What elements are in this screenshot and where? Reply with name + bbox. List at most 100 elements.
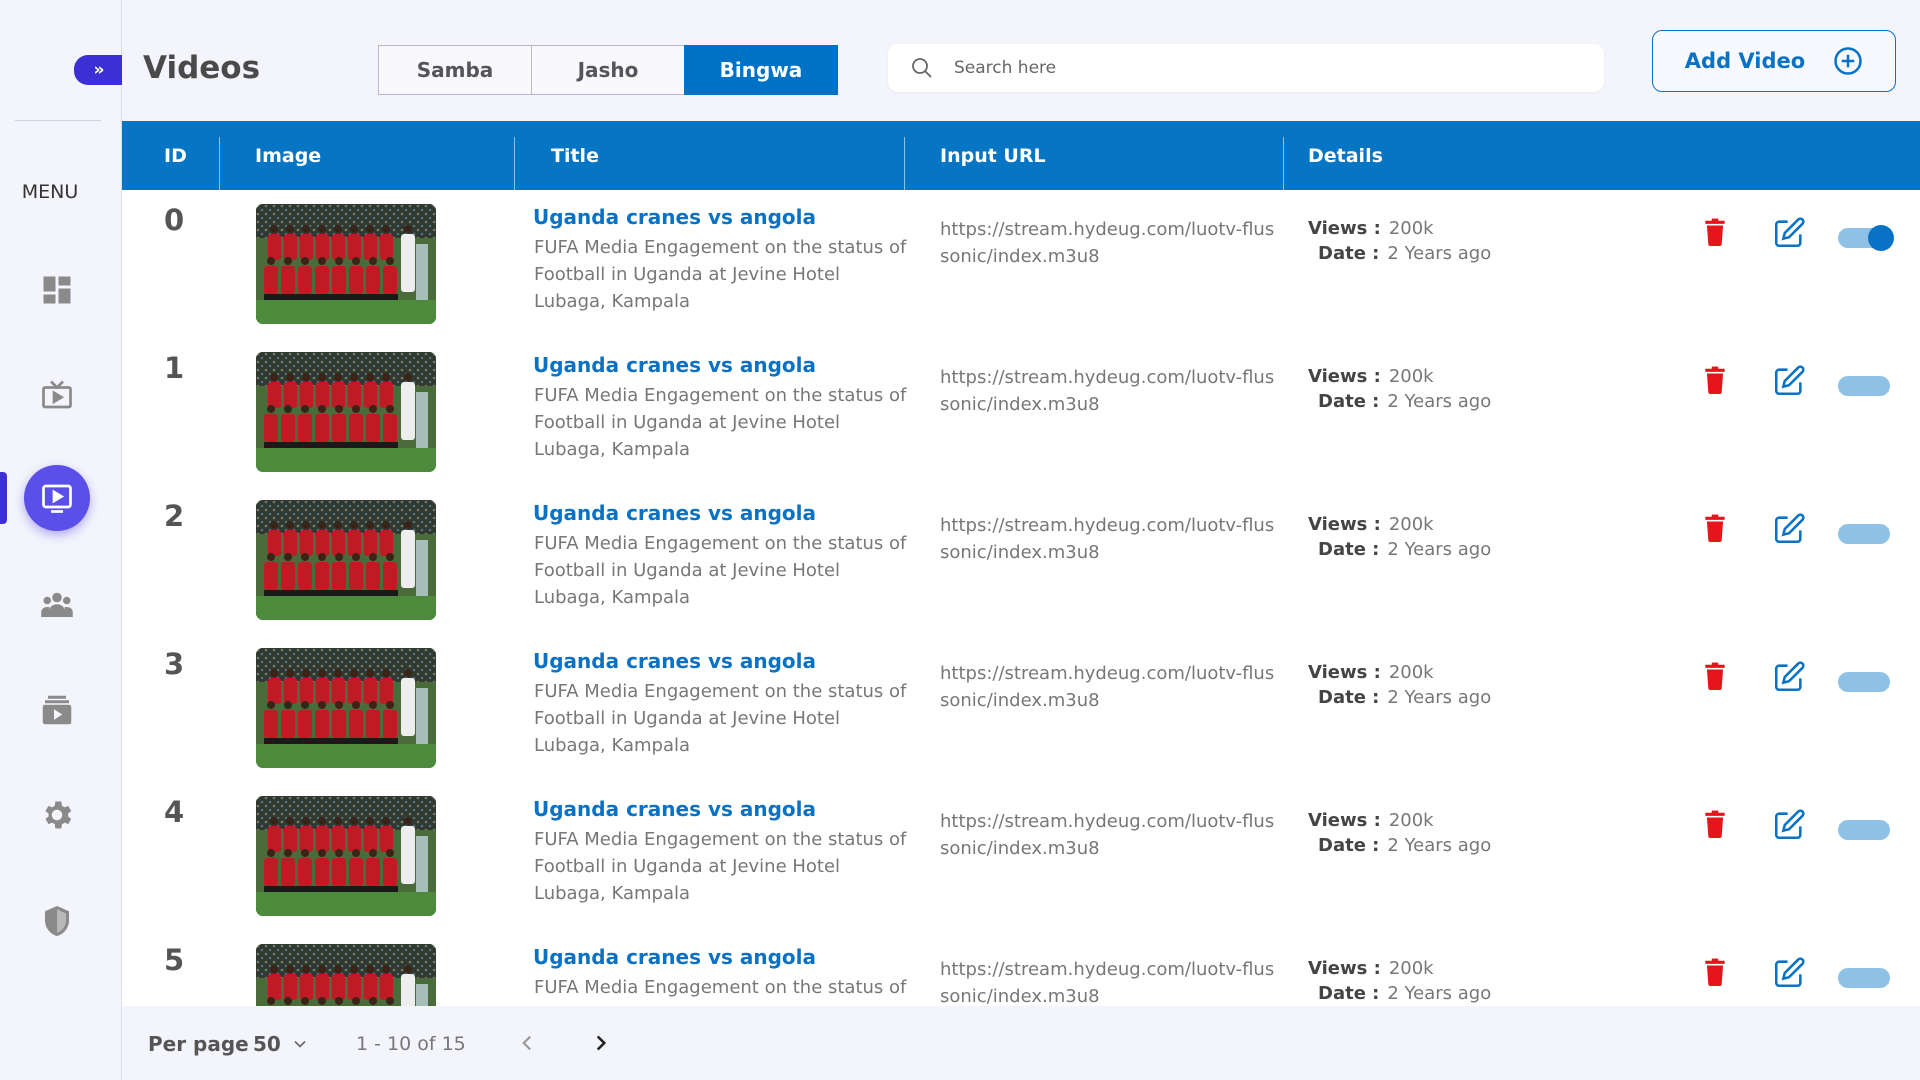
table-row: 3 Uganda cranes vs angola FUFA Media Eng… (122, 634, 1920, 782)
video-thumbnail[interactable] (256, 796, 436, 916)
sidebar-item-security[interactable] (24, 888, 90, 954)
column-header-details: Details (1308, 144, 1383, 167)
video-title-link[interactable]: Uganda cranes vs angola (533, 205, 816, 229)
active-indicator (0, 472, 7, 524)
chevron-left-icon[interactable] (514, 1030, 540, 1056)
views-detail: Views :200k (1308, 662, 1434, 683)
column-separator (514, 137, 515, 190)
table-row: 5 Uganda cranes vs angola FUFA Media Eng… (122, 930, 1920, 1006)
enable-toggle[interactable] (1838, 968, 1890, 988)
row-id: 5 (164, 943, 185, 977)
sidebar-item-settings[interactable] (24, 782, 90, 848)
video-thumbnail[interactable] (256, 204, 436, 324)
date-detail: Date :2 Years ago (1318, 539, 1492, 560)
tab-samba[interactable]: Samba (378, 45, 532, 95)
video-title-link[interactable]: Uganda cranes vs angola (533, 797, 816, 821)
tab-bar: Samba Jasho Bingwa (378, 45, 838, 95)
sidebar-item-users[interactable] (24, 572, 90, 638)
table-row: 1 Uganda cranes vs angola FUFA Media Eng… (122, 338, 1920, 486)
video-play-icon (42, 484, 72, 513)
per-page-select[interactable]: 50 (253, 1032, 281, 1056)
enable-toggle[interactable] (1838, 376, 1890, 396)
video-description: FUFA Media Engagement on the status of F… (534, 977, 907, 1006)
video-input-url: https://stream.hydeug.com/luotv-flussoni… (940, 959, 1275, 1006)
video-library-icon (42, 695, 72, 725)
date-detail: Date :2 Years ago (1318, 391, 1492, 412)
sidebar-item-library[interactable] (24, 677, 90, 743)
edit-icon[interactable] (1772, 660, 1806, 694)
video-thumbnail[interactable] (256, 944, 436, 1006)
date-detail: Date :2 Years ago (1318, 983, 1492, 1004)
sidebar-item-dashboard[interactable] (24, 257, 90, 323)
tab-jasho[interactable]: Jasho (531, 45, 685, 95)
column-separator (219, 137, 220, 190)
table-row: 2 Uganda cranes vs angola FUFA Media Eng… (122, 486, 1920, 634)
video-title-link[interactable]: Uganda cranes vs angola (533, 353, 816, 377)
tab-bingwa[interactable]: Bingwa (684, 45, 838, 95)
video-description: FUFA Media Engagement on the status of F… (534, 237, 907, 312)
views-detail: Views :200k (1308, 218, 1434, 239)
sidebar-item-videos[interactable] (24, 465, 90, 531)
chevron-right-icon[interactable] (588, 1030, 614, 1056)
delete-icon[interactable] (1702, 514, 1728, 542)
video-description: FUFA Media Engagement on the status of F… (534, 533, 907, 608)
team-photo-image (256, 204, 436, 324)
table-row: 0 Uganda cranes vs angola FUFA Media Eng… (122, 190, 1920, 338)
users-icon (41, 592, 73, 617)
delete-icon[interactable] (1702, 218, 1728, 246)
row-id: 1 (164, 351, 185, 385)
video-title-link[interactable]: Uganda cranes vs angola (533, 649, 816, 673)
team-photo-image (256, 796, 436, 916)
views-detail: Views :200k (1308, 810, 1434, 831)
enable-toggle[interactable] (1838, 820, 1890, 840)
enable-toggle[interactable] (1838, 672, 1890, 692)
views-detail: Views :200k (1308, 366, 1434, 387)
search-icon (912, 58, 932, 78)
column-header-input-url: Input URL (940, 144, 1046, 167)
row-id: 4 (164, 795, 185, 829)
table-row: 4 Uganda cranes vs angola FUFA Media Eng… (122, 782, 1920, 930)
team-photo-image (256, 500, 436, 620)
video-thumbnail[interactable] (256, 352, 436, 472)
video-title-link[interactable]: Uganda cranes vs angola (533, 501, 816, 525)
date-detail: Date :2 Years ago (1318, 687, 1492, 708)
video-thumbnail[interactable] (256, 648, 436, 768)
chevron-down-icon[interactable] (290, 1034, 310, 1054)
video-description: FUFA Media Engagement on the status of F… (534, 681, 907, 756)
date-detail: Date :2 Years ago (1318, 243, 1492, 264)
delete-icon[interactable] (1702, 810, 1728, 838)
menu-label: MENU (21, 181, 79, 203)
double-chevron-right-icon: » (93, 60, 105, 80)
edit-icon[interactable] (1772, 512, 1806, 546)
video-input-url: https://stream.hydeug.com/luotv-flussoni… (940, 367, 1275, 415)
delete-icon[interactable] (1702, 366, 1728, 394)
pagination-footer: Per page 50 1 - 10 of 15 (122, 1006, 1920, 1080)
plus-circle-icon (1834, 47, 1862, 75)
delete-icon[interactable] (1702, 958, 1728, 986)
edit-icon[interactable] (1772, 364, 1806, 398)
table-header: ID Image Title Input URL Details (122, 121, 1920, 190)
date-detail: Date :2 Years ago (1318, 835, 1492, 856)
video-thumbnail[interactable] (256, 500, 436, 620)
video-description: FUFA Media Engagement on the status of F… (534, 385, 907, 460)
delete-icon[interactable] (1702, 662, 1728, 690)
sidebar-toggle-button[interactable]: » (74, 55, 122, 85)
video-input-url: https://stream.hydeug.com/luotv-flussoni… (940, 515, 1275, 563)
enable-toggle[interactable] (1838, 524, 1890, 544)
search-input[interactable] (954, 58, 1554, 78)
edit-icon[interactable] (1772, 956, 1806, 990)
row-id: 0 (164, 203, 185, 237)
enable-toggle[interactable] (1838, 225, 1894, 251)
video-title-link[interactable]: Uganda cranes vs angola (533, 945, 816, 969)
video-description: FUFA Media Engagement on the status of F… (534, 829, 907, 904)
team-photo-image (256, 944, 436, 1006)
edit-icon[interactable] (1772, 808, 1806, 842)
edit-icon[interactable] (1772, 216, 1806, 250)
add-video-button[interactable]: Add Video (1652, 30, 1896, 92)
shield-icon (45, 906, 69, 936)
views-detail: Views :200k (1308, 958, 1434, 979)
column-header-image: Image (255, 144, 322, 167)
sidebar-divider (15, 120, 101, 121)
team-photo-image (256, 352, 436, 472)
sidebar-item-live-tv[interactable] (24, 362, 90, 428)
